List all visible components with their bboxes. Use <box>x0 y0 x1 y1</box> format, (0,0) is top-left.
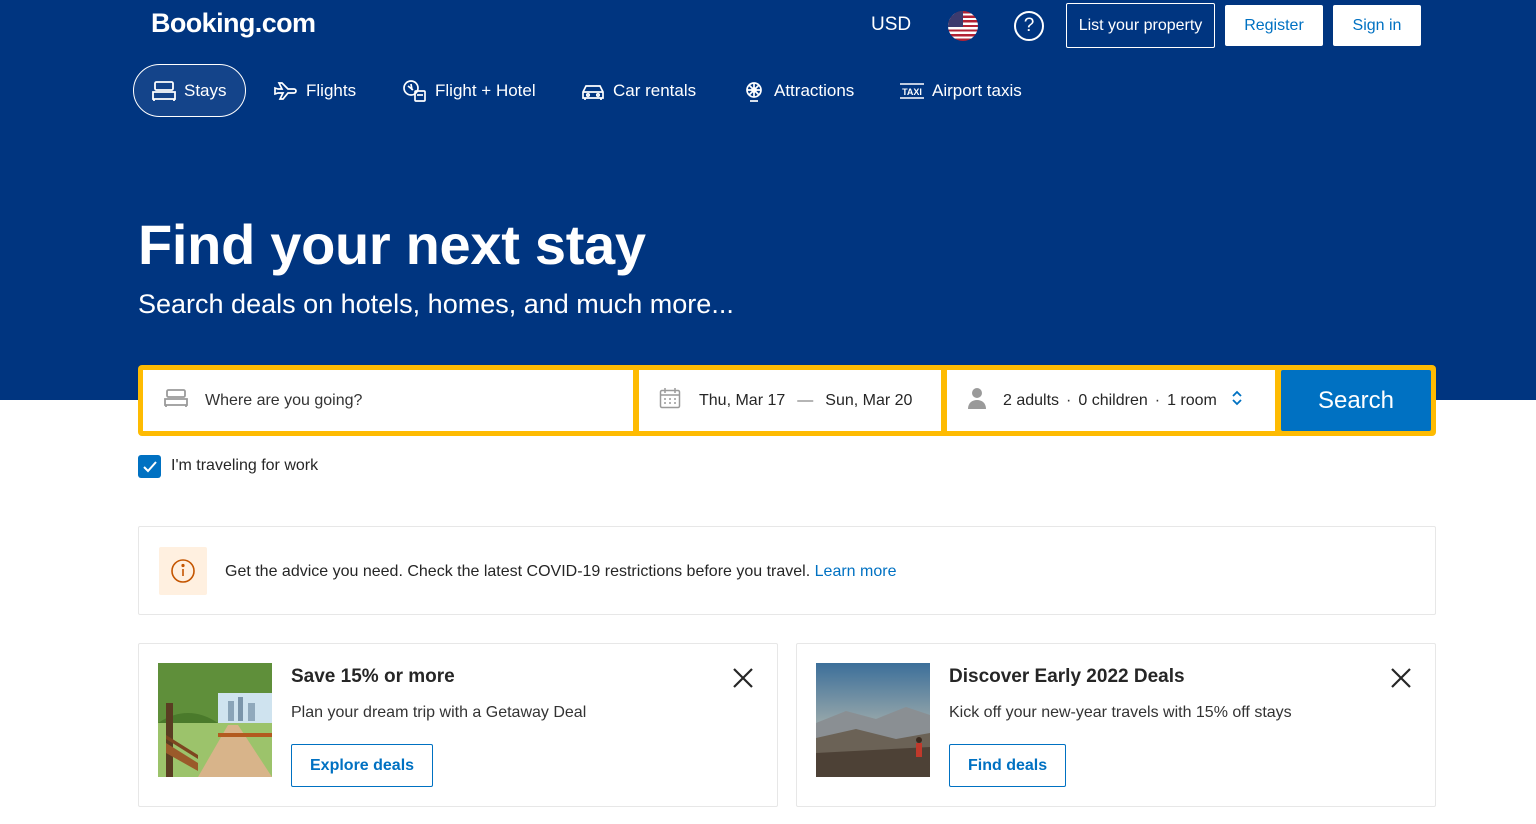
car-icon <box>580 79 606 103</box>
tab-label: Attractions <box>774 80 855 100</box>
search-bar: Where are you going? Thu, Mar 17 — Sun, … <box>138 365 1436 436</box>
date-range-field[interactable]: Thu, Mar 17 — Sun, Mar 20 <box>639 370 941 431</box>
chevron-up-down-icon <box>1231 389 1243 412</box>
plane-icon <box>273 79 299 103</box>
booking-logo[interactable]: Booking.com <box>151 8 316 39</box>
tab-car-rentals[interactable]: Car rentals <box>580 64 696 117</box>
close-icon[interactable] <box>731 666 755 690</box>
bed-icon <box>151 79 177 103</box>
notice-text: Get the advice you need. Check the lates… <box>225 563 811 580</box>
guest-separator: · <box>1066 391 1072 409</box>
calendar-icon <box>659 387 681 414</box>
learn-more-link[interactable]: Learn more <box>815 563 897 580</box>
info-icon <box>159 547 207 595</box>
children-count: 0 children <box>1078 391 1148 409</box>
find-deals-button[interactable]: Find deals <box>949 744 1067 787</box>
sign-in-button[interactable]: Sign in <box>1333 5 1421 46</box>
tab-stays[interactable]: Stays <box>133 64 246 117</box>
flight-hotel-icon <box>402 79 428 103</box>
list-your-property-button[interactable]: List your property <box>1066 3 1215 48</box>
tab-label: Flights <box>306 80 357 100</box>
deal-card-getaway: Save 15% or more Plan your dream trip wi… <box>138 643 778 807</box>
tab-airport-taxis[interactable]: TAXI Airport taxis <box>899 64 1022 117</box>
page-subtitle: Search deals on hotels, homes, and much … <box>138 289 734 319</box>
rooms-count: 1 room <box>1167 391 1217 409</box>
attractions-icon <box>741 79 767 103</box>
checkout-date: Sun, Mar 20 <box>825 391 913 409</box>
destination-field[interactable]: Where are you going? <box>143 370 633 431</box>
tab-flight-hotel[interactable]: Flight + Hotel <box>402 64 536 117</box>
tab-label: Flight + Hotel <box>435 80 536 100</box>
bed-icon <box>163 388 189 413</box>
notice-message: Get the advice you need. Check the lates… <box>225 563 896 581</box>
work-travel-checkbox[interactable] <box>138 455 161 478</box>
explore-deals-button[interactable]: Explore deals <box>291 744 434 787</box>
tab-flights[interactable]: Flights <box>273 64 356 117</box>
search-button[interactable]: Search <box>1281 370 1431 431</box>
deal-description: Plan your dream trip with a Getaway Deal <box>291 704 587 721</box>
deal-description: Kick off your new-year travels with 15% … <box>949 704 1292 721</box>
tab-label: Car rentals <box>613 80 697 100</box>
adults-count: 2 adults <box>1003 391 1060 409</box>
person-icon <box>967 387 987 414</box>
deal-title: Save 15% or more <box>291 666 455 687</box>
currency-selector[interactable]: USD <box>871 14 911 36</box>
close-icon[interactable] <box>1389 666 1413 690</box>
hero-background <box>0 0 1536 400</box>
covid-notice: Get the advice you need. Check the lates… <box>138 526 1436 615</box>
tab-label: Airport taxis <box>932 80 1022 100</box>
work-travel-label[interactable]: I'm traveling for work <box>171 457 318 475</box>
guest-separator: · <box>1154 391 1161 409</box>
tab-attractions[interactable]: Attractions <box>741 64 854 117</box>
deal-title: Discover Early 2022 Deals <box>949 666 1185 687</box>
destination-placeholder: Where are you going? <box>205 391 363 409</box>
register-button[interactable]: Register <box>1225 5 1323 46</box>
deal-card-early-2022: Discover Early 2022 Deals Kick off your … <box>796 643 1436 807</box>
checkmark-icon <box>142 460 157 472</box>
question-circle-icon[interactable]: ? <box>1014 11 1044 41</box>
svg-text:TAXI: TAXI <box>902 87 922 97</box>
page-title: Find your next stay <box>138 213 646 276</box>
us-flag-icon[interactable] <box>948 11 978 41</box>
mountain-hiker-image <box>816 663 930 777</box>
tab-label: Stays <box>184 80 227 100</box>
date-separator: — <box>797 391 814 409</box>
taxi-icon: TAXI <box>899 79 925 103</box>
park-bench-image <box>158 663 272 777</box>
guests-field[interactable]: 2 adults · 0 children · 1 room <box>947 370 1275 431</box>
checkin-date: Thu, Mar 17 <box>699 391 786 409</box>
